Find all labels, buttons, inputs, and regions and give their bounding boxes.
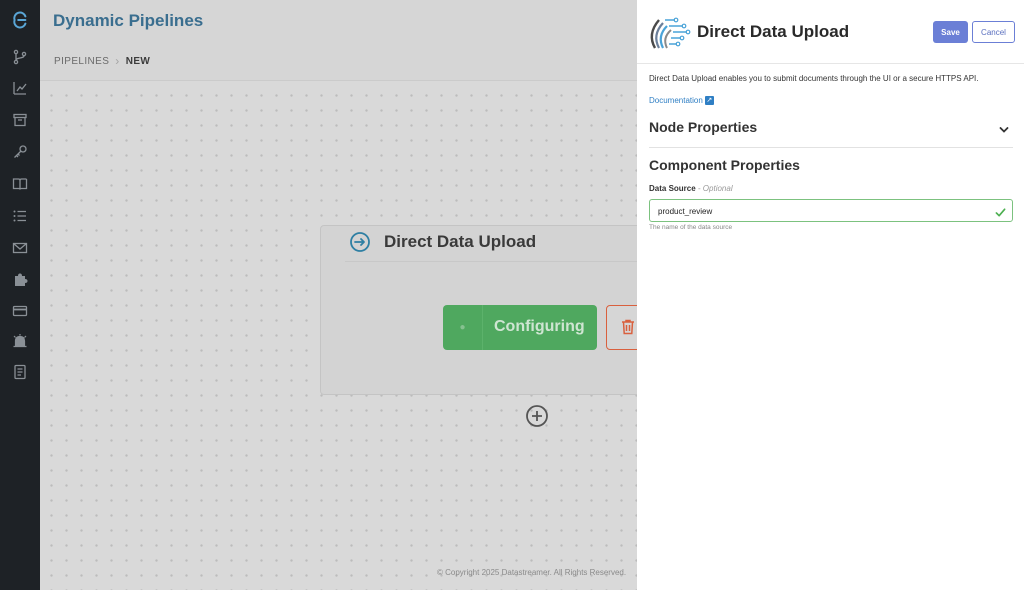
cancel-button[interactable]: Cancel xyxy=(972,21,1015,43)
direct-data-upload-logo-icon xyxy=(645,8,693,56)
node-header: Direct Data Upload xyxy=(345,226,637,262)
app-title: Dynamic Pipelines xyxy=(53,11,204,30)
breadcrumb-item-pipelines[interactable]: PIPELINES xyxy=(54,56,109,67)
chart-icon[interactable] xyxy=(12,80,28,96)
data-source-field xyxy=(649,199,1013,222)
upload-arrow-icon xyxy=(349,231,371,253)
external-link-icon: ↗ xyxy=(704,96,714,105)
main-area: Dynamic Pipelines PIPELINES › NEW Direct… xyxy=(40,0,637,590)
data-source-input[interactable] xyxy=(658,204,988,218)
app-header: Dynamic Pipelines PIPELINES › NEW xyxy=(40,0,637,81)
breadcrumb-item-new: NEW xyxy=(125,55,151,67)
configuring-button[interactable]: ● Configuring xyxy=(443,305,597,350)
sidebar xyxy=(0,0,40,590)
list-icon[interactable] xyxy=(12,208,28,224)
check-icon xyxy=(995,205,1006,217)
mail-icon[interactable] xyxy=(12,240,28,256)
panel-title: Direct Data Upload xyxy=(697,22,850,41)
chevron-down-icon[interactable] xyxy=(999,122,1009,133)
key-icon[interactable] xyxy=(12,144,28,160)
delete-node-button[interactable] xyxy=(606,305,637,350)
breadcrumb-separator-icon: › xyxy=(115,54,120,68)
add-node-icon[interactable] xyxy=(525,404,549,428)
book-icon[interactable] xyxy=(12,176,28,192)
node-title: Direct Data Upload xyxy=(384,232,537,251)
component-properties-heading: Component Properties xyxy=(649,157,800,173)
copyright-text: © Copyright 2025 Datastreamer. All Right… xyxy=(437,568,627,577)
node-properties-section[interactable]: Node Properties xyxy=(649,119,1013,148)
documentation-link[interactable]: Documentation ↗ xyxy=(649,96,714,105)
panel-header: Direct Data Upload Save Cancel xyxy=(637,0,1024,64)
archive-icon[interactable] xyxy=(12,112,28,128)
data-source-label: Data Source - Optional xyxy=(649,184,733,193)
save-button[interactable]: Save xyxy=(933,21,968,43)
panel-description: Direct Data Upload enables you to submit… xyxy=(649,74,979,83)
logo-icon[interactable] xyxy=(11,11,29,29)
trash-icon xyxy=(621,319,635,335)
puzzle-icon[interactable] xyxy=(12,272,28,288)
data-source-hint: The name of the data source xyxy=(649,224,733,231)
pin-icon: ● xyxy=(443,305,483,350)
node-properties-heading: Node Properties xyxy=(649,119,758,135)
documentation-label: Documentation xyxy=(649,96,703,105)
config-panel: Direct Data Upload Save Cancel Direct Da… xyxy=(637,0,1024,590)
optional-label: - Optional xyxy=(697,184,733,193)
document-icon[interactable] xyxy=(12,364,28,380)
data-source-label-text: Data Source xyxy=(649,184,696,193)
card-icon[interactable] xyxy=(12,303,28,319)
branch-icon[interactable] xyxy=(12,49,28,65)
configuring-label: Configuring xyxy=(494,318,585,335)
breadcrumb: PIPELINES › NEW xyxy=(54,54,150,68)
alarm-icon[interactable] xyxy=(12,333,28,349)
pipeline-node[interactable]: Direct Data Upload ● Configuring xyxy=(320,225,637,395)
pipeline-canvas[interactable]: Direct Data Upload ● Configuring © Copyr… xyxy=(40,82,637,590)
